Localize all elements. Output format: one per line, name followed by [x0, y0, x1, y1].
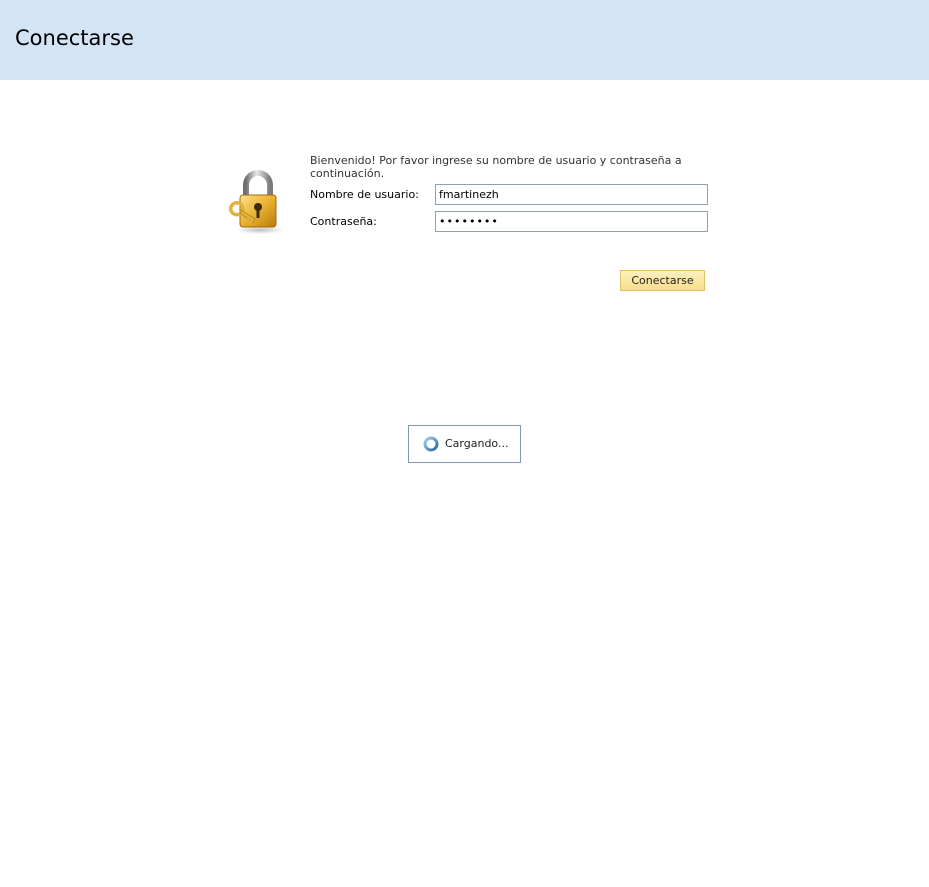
lock-with-key-icon: [228, 170, 284, 234]
page-title: Conectarse: [15, 26, 134, 50]
login-button[interactable]: Conectarse: [620, 270, 705, 291]
page-header: Conectarse: [0, 0, 929, 80]
loading-text: Cargando...: [445, 437, 509, 450]
welcome-message: Bienvenido! Por favor ingrese su nombre …: [310, 154, 682, 180]
loading-indicator: Cargando...: [408, 425, 521, 463]
username-field[interactable]: [435, 184, 708, 205]
spinner-icon: [423, 436, 439, 452]
username-label: Nombre de usuario:: [310, 188, 419, 201]
password-field[interactable]: [435, 211, 708, 232]
password-label: Contraseña:: [310, 215, 377, 228]
